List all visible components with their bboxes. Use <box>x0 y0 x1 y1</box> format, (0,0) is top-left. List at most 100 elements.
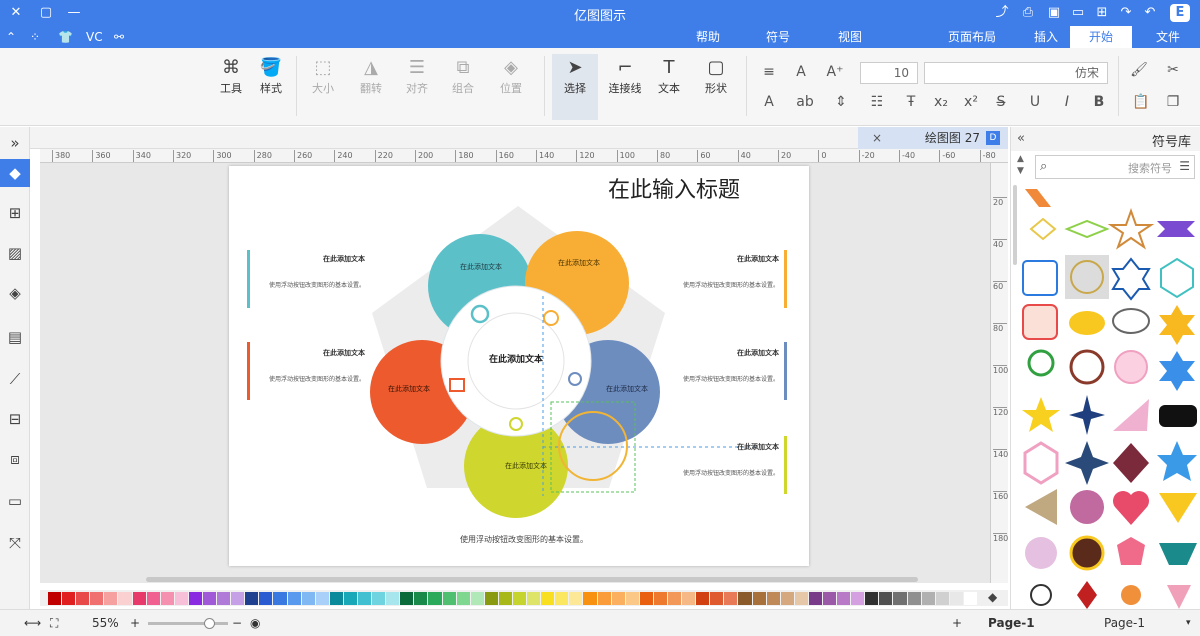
maximize-window-icon[interactable]: ▢ <box>36 3 56 23</box>
color-swatch[interactable] <box>949 592 963 605</box>
color-swatch[interactable] <box>935 592 949 605</box>
zoom-level[interactable]: 55% <box>92 615 119 631</box>
color-swatch[interactable] <box>907 592 921 605</box>
minimize-window-icon[interactable]: — <box>64 3 84 23</box>
color-swatch[interactable] <box>132 592 146 605</box>
color-swatch[interactable] <box>865 592 879 605</box>
format-tool-icon[interactable]: ▭ <box>0 487 30 515</box>
color-swatch[interactable] <box>245 592 259 605</box>
chart-tool-icon[interactable]: ⟋ <box>0 365 30 393</box>
color-swatch[interactable] <box>752 592 766 605</box>
color-swatch[interactable] <box>470 592 484 605</box>
text-style-icon[interactable]: Ŧ <box>900 94 922 110</box>
group-button[interactable]: ⧉ 组合 <box>444 56 482 96</box>
color-swatch[interactable] <box>653 592 667 605</box>
redo-icon[interactable]: ↷ <box>1116 3 1136 23</box>
side-block-right-3[interactable]: 在此添加文本 使用浮动按钮改变图形的基本设置。 <box>669 442 779 477</box>
cut-icon[interactable]: ✂ <box>1162 62 1184 78</box>
save-icon[interactable]: ▣ <box>1044 3 1064 23</box>
page-selector[interactable]: Page-1 <box>1104 615 1145 631</box>
shirt-icon[interactable]: 👕 <box>58 28 73 46</box>
color-swatch[interactable] <box>527 592 541 605</box>
document-tab[interactable]: D 绘图图 27 × <box>858 127 1008 149</box>
color-swatch[interactable] <box>583 592 597 605</box>
fill-color-icon[interactable]: ◆ <box>988 590 997 604</box>
petal-label-blue[interactable]: 在此添加文本 <box>597 384 657 394</box>
color-swatch[interactable] <box>329 592 343 605</box>
color-swatch[interactable] <box>400 592 414 605</box>
paragraph-icon[interactable]: ≡ <box>758 64 780 80</box>
color-swatch[interactable] <box>639 592 653 605</box>
color-swatch[interactable] <box>682 592 696 605</box>
color-swatch[interactable] <box>259 592 273 605</box>
text-direction-icon[interactable]: A <box>758 94 780 110</box>
color-swatch[interactable] <box>90 592 104 605</box>
color-swatch[interactable] <box>879 592 893 605</box>
color-swatch[interactable] <box>808 592 822 605</box>
color-swatch[interactable] <box>160 592 174 605</box>
petal-label-lime[interactable]: 在此添加文本 <box>496 461 556 471</box>
color-swatch[interactable] <box>668 592 682 605</box>
select-button[interactable]: ➤ 选择 <box>552 54 598 120</box>
symbol-scrollbar[interactable] <box>1013 185 1017 265</box>
diagram-footer[interactable]: 使用浮动按钮改变图形的基本设置。 <box>419 534 629 545</box>
italic-icon[interactable]: I <box>1056 94 1078 110</box>
layers-tool-icon[interactable]: ◈ <box>0 279 30 307</box>
center-label[interactable]: 在此添加文本 <box>476 352 556 365</box>
menu-page-layout[interactable]: 页面布局 <box>938 26 1006 48</box>
page-tab[interactable]: Page-1 <box>988 615 1035 631</box>
color-swatch[interactable] <box>611 592 625 605</box>
grid-tool-icon[interactable]: ⊞ <box>0 199 30 227</box>
color-swatch[interactable] <box>62 592 76 605</box>
shape-button[interactable]: ▢ 形状 <box>696 56 736 96</box>
color-swatch[interactable] <box>921 592 935 605</box>
menu-help[interactable]: 帮助 <box>686 26 730 48</box>
strikethrough-icon[interactable]: S̶ <box>990 94 1012 110</box>
superscript-icon[interactable]: x² <box>960 94 982 110</box>
color-swatch[interactable] <box>76 592 90 605</box>
close-window-icon[interactable]: ✕ <box>6 3 26 23</box>
color-swatch[interactable] <box>837 592 851 605</box>
new-icon[interactable]: ⊞ <box>1092 3 1112 23</box>
color-swatch[interactable] <box>541 592 555 605</box>
color-swatch[interactable] <box>428 592 442 605</box>
image-tool-icon[interactable]: ▨ <box>0 239 30 267</box>
menu-insert[interactable]: 插入 <box>1024 26 1068 48</box>
fit-page-icon[interactable]: ⟷ <box>24 615 41 631</box>
copy-icon[interactable]: ❐ <box>1162 94 1184 110</box>
petal-label-teal[interactable]: 在此添加文本 <box>451 262 511 272</box>
flip-button[interactable]: ◮ 翻转 <box>352 56 390 96</box>
color-swatch[interactable] <box>358 592 372 605</box>
horizontal-scrollbar[interactable] <box>146 577 918 582</box>
color-swatch[interactable] <box>823 592 837 605</box>
color-swatch[interactable] <box>738 592 752 605</box>
color-swatch[interactable] <box>498 592 512 605</box>
color-swatch[interactable] <box>217 592 231 605</box>
print-icon[interactable]: ⎙ <box>1018 3 1038 23</box>
share-icon[interactable]: ⚯ <box>114 28 124 46</box>
color-swatch[interactable] <box>203 592 217 605</box>
symbol-search-box[interactable]: ⌕ 搜索符号 ☰ <box>1035 155 1195 179</box>
color-swatch[interactable] <box>273 592 287 605</box>
color-swatch[interactable] <box>625 592 639 605</box>
library-nav-up-icon[interactable]: ▲ <box>1017 154 1024 164</box>
play-icon[interactable]: ◉ <box>250 615 260 631</box>
export-icon[interactable]: ⤴ <box>992 3 1012 23</box>
menu-home[interactable]: 开始 <box>1070 26 1132 48</box>
menu-view[interactable]: 视图 <box>828 26 872 48</box>
color-swatch[interactable] <box>484 592 498 605</box>
zoom-slider[interactable] <box>148 618 228 629</box>
color-swatch[interactable] <box>893 592 907 605</box>
text-case-icon[interactable]: ab <box>794 94 816 110</box>
library-menu-icon[interactable]: ☰ <box>1179 159 1190 173</box>
crop-tool-icon[interactable]: ⧈ <box>0 445 30 473</box>
library-nav-down-icon[interactable]: ▼ <box>1017 166 1024 176</box>
position-button[interactable]: ◈ 位置 <box>492 56 530 96</box>
fit-tool-icon[interactable]: ⤧ <box>0 529 30 557</box>
color-swatch[interactable] <box>118 592 132 605</box>
side-block-left-1[interactable]: 在此添加文本 使用浮动按钮改变图形的基本设置。 <box>255 254 365 289</box>
undo-icon[interactable]: ↶ <box>1140 3 1160 23</box>
color-swatch[interactable] <box>696 592 710 605</box>
canvas-area[interactable]: 在此输入标题 在此添加文本 在此添加文本 在此添加文本 在此添加文本 在此添加文… <box>40 163 990 583</box>
apps-icon[interactable]: ⁘ <box>30 28 40 46</box>
